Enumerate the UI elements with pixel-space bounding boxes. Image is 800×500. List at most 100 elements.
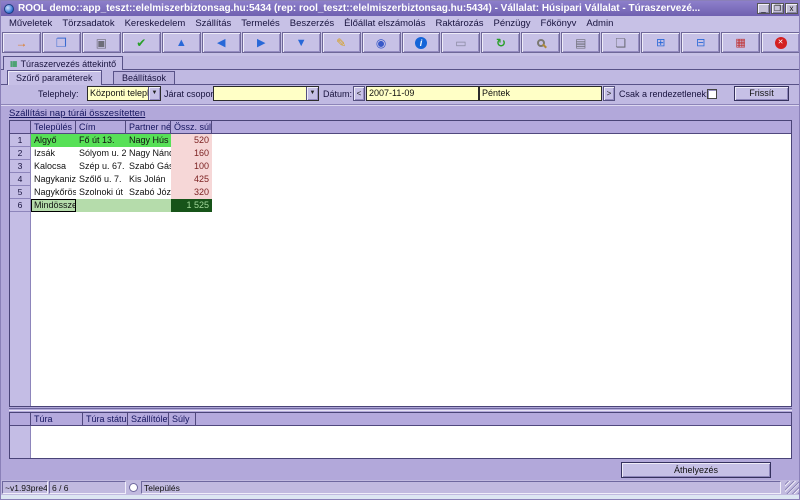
col-header-tura: Túra — [31, 413, 83, 425]
toolbar: → ❐ ▣ ✔ ▲ ◀ ▶ ▼ ✎ ◉ i ▭ ↻ ▤ ❏ ⊞ ⊟ ▦ ✕ — [1, 30, 800, 56]
table-export-button[interactable]: ⊞ — [641, 32, 680, 53]
table-delete-button[interactable]: ▦ — [721, 32, 760, 53]
edit-button[interactable]: ✎ — [322, 32, 361, 53]
accept-button[interactable]: ✔ — [122, 32, 161, 53]
col-header-szallitolevel: Szállítólevél — [128, 413, 169, 425]
telephely-combo[interactable]: Központi telephely ▼ — [87, 86, 161, 101]
cell-cim[interactable]: Szolnoki út 23. — [76, 186, 126, 199]
divider — [9, 408, 792, 411]
exit-button[interactable]: → — [2, 32, 41, 53]
arrow-up-icon: ▲ — [176, 37, 187, 49]
status-bar: ~v1.93pre4H 6 / 6 Település — [1, 480, 800, 495]
athelyezes-button[interactable]: Áthelyezés — [621, 462, 771, 478]
cell-cim[interactable]: Fő út 13. — [76, 134, 126, 147]
title-bar[interactable]: ROOL demo::app_teszt::elelmiszerbiztonsa… — [1, 1, 800, 16]
first-record-button[interactable]: ▲ — [162, 32, 201, 53]
tab-beallitasok[interactable]: Beállítások — [113, 71, 175, 85]
date-field[interactable]: 2007-11-09 — [366, 86, 479, 101]
menu-fokonyv[interactable]: Főkönyv — [536, 18, 582, 29]
chevron-down-icon[interactable]: ▼ — [148, 87, 160, 100]
telephely-label: Telephely: — [38, 89, 79, 99]
cell-telepules[interactable]: Nagykanizsa — [31, 173, 76, 186]
jarat-csoport-combo[interactable]: ▼ — [213, 86, 319, 101]
csak-rendezetlenek-label: Csak a rendezetlenek: — [619, 89, 709, 99]
search-icon — [537, 39, 545, 47]
tab-bar: ▦ Túraszervezés áttekintő — [1, 56, 800, 70]
csak-rendezetlenek-checkbox[interactable] — [707, 89, 717, 99]
cell-suly[interactable]: 320 — [171, 186, 212, 199]
cell-telepules[interactable]: Nagykőrös — [31, 186, 76, 199]
database-button[interactable]: ◉ — [362, 32, 401, 53]
window-icon: ▭ — [455, 37, 466, 49]
stop-button[interactable]: ✕ — [761, 32, 800, 53]
sub-tab-bar: Szűrő paraméterek Beállítások — [1, 70, 800, 85]
tab-szuro-parameterek[interactable]: Szűrő paraméterek — [7, 70, 102, 85]
menu-termeles[interactable]: Termelés — [236, 18, 285, 29]
cell-cim[interactable]: Szép u. 67. — [76, 160, 126, 173]
cell-cim[interactable]: Sólyom u. 2. — [76, 147, 126, 160]
col-header-suly: Össz. súly — [171, 121, 212, 133]
menu-kereskedelem[interactable]: Kereskedelem — [120, 18, 191, 29]
stop-icon: ✕ — [775, 37, 787, 49]
cell-partner[interactable]: Kis Jolán — [126, 173, 171, 186]
last-record-button[interactable]: ▼ — [282, 32, 321, 53]
cell-telepules[interactable]: Izsák — [31, 147, 76, 160]
app-window: ROOL demo::app_teszt::elelmiszerbiztonsa… — [0, 0, 800, 500]
tab-turaszervezes-attekinto[interactable]: ▦ Túraszervezés áttekintő — [3, 56, 123, 70]
previous-day-button[interactable]: < — [353, 86, 365, 101]
section-title: Szállítási nap túrái összesítetten — [9, 108, 145, 119]
save-button[interactable]: ▣ — [82, 32, 121, 53]
open-button[interactable]: ❐ — [42, 32, 81, 53]
frissit-button[interactable]: Frissít — [734, 86, 789, 101]
cell-partner[interactable]: Szabó József — [126, 186, 171, 199]
menu-raktarozas[interactable]: Raktározás — [430, 18, 488, 29]
day-name-field[interactable]: Péntek — [479, 86, 602, 101]
tab-grid-icon: ▦ — [10, 60, 18, 68]
action-strip: Áthelyezés — [1, 459, 800, 480]
menu-penzugy[interactable]: Pénzügy — [489, 18, 536, 29]
grid-view-button[interactable]: ▤ — [561, 32, 600, 53]
menu-muveletek[interactable]: Műveletek — [4, 18, 57, 29]
cell-partner[interactable]: Szabó Gáspár — [126, 160, 171, 173]
cell-telepules[interactable]: Kalocsa — [31, 160, 76, 173]
jarat-csoport-value — [214, 87, 306, 100]
menu-szallitas[interactable]: Szállítás — [190, 18, 236, 29]
menu-eloallat-elszamolas[interactable]: Élőállat elszámolás — [339, 18, 430, 29]
search-button[interactable] — [521, 32, 560, 53]
menu-admin[interactable]: Admin — [581, 18, 618, 29]
open-folder-icon: ❐ — [56, 37, 67, 49]
menu-torzsadatok[interactable]: Törzsadatok — [57, 18, 119, 29]
cell-telepules[interactable]: Algyő — [31, 134, 76, 147]
jarat-csoport-label: Járat csoport: — [164, 89, 219, 99]
telepules-radio[interactable] — [129, 483, 138, 492]
next-day-button[interactable]: > — [603, 86, 615, 101]
previous-record-button[interactable]: ◀ — [202, 32, 241, 53]
col-header-empty — [196, 413, 791, 425]
cell-cim[interactable]: Szőlő u. 7. — [76, 173, 126, 186]
close-button[interactable]: x — [785, 3, 798, 14]
cell-suly[interactable]: 425 — [171, 173, 212, 186]
table-import-button[interactable]: ⊟ — [681, 32, 720, 53]
resize-grip-icon[interactable] — [785, 481, 799, 494]
next-record-button[interactable]: ▶ — [242, 32, 281, 53]
check-icon: ✔ — [136, 37, 146, 49]
total-value: 1 525 — [171, 199, 212, 212]
cell-suly[interactable]: 160 — [171, 147, 212, 160]
cell-suly[interactable]: 100 — [171, 160, 212, 173]
menu-beszerzes[interactable]: Beszerzés — [285, 18, 339, 29]
datum-label: Dátum: — [323, 89, 352, 99]
cell-partner[interactable]: Nagy Hús Kft. — [126, 134, 171, 147]
info-button[interactable]: i — [402, 32, 441, 53]
minimize-button[interactable]: _ — [757, 3, 770, 14]
cell-partner[interactable]: Nagy Nándor — [126, 147, 171, 160]
chevron-down-icon[interactable]: ▼ — [306, 87, 318, 100]
restore-button[interactable]: ❐ — [771, 3, 784, 14]
total-label[interactable]: Mindösszesen: — [31, 199, 76, 212]
row-number-header — [10, 121, 31, 133]
cell-suly[interactable]: 520 — [171, 134, 212, 147]
print-button[interactable]: ❏ — [601, 32, 640, 53]
form-button[interactable]: ▭ — [441, 32, 480, 53]
refresh-button[interactable]: ↻ — [481, 32, 520, 53]
table-row: 2 Izsák Sólyom u. 2. Nagy Nándor 160 — [10, 147, 791, 160]
refresh-icon: ↻ — [496, 37, 506, 49]
